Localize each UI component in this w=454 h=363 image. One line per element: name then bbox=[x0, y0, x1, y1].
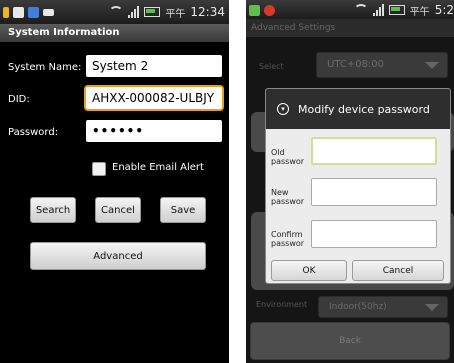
back-button[interactable]: Back bbox=[250, 322, 450, 360]
did-label: DID: bbox=[8, 94, 30, 105]
select-label: Select bbox=[259, 62, 284, 71]
new-password-input[interactable] bbox=[311, 178, 437, 206]
confirm-password-label: Confirm passwor bbox=[271, 230, 305, 248]
save-button[interactable]: Save bbox=[160, 197, 206, 223]
alert-icon bbox=[264, 4, 275, 16]
chevron-down-icon bbox=[425, 62, 439, 69]
wifi-icon bbox=[353, 4, 368, 16]
ok-button[interactable]: OK bbox=[271, 260, 347, 281]
old-password-label: Old passwor bbox=[271, 148, 305, 166]
timezone-value: UTC+08:00 bbox=[327, 59, 385, 70]
environment-label: Environment bbox=[256, 300, 308, 309]
app-notification-icon bbox=[28, 6, 39, 18]
wifi-icon bbox=[109, 6, 124, 18]
clock: 12:34 bbox=[190, 5, 225, 19]
email-alert-label: Enable Email Alert bbox=[112, 162, 204, 173]
advanced-settings-screen: 平午 5:2 Advanced Settings Select UTC+08:0… bbox=[246, 0, 454, 363]
app-notification-icon bbox=[249, 4, 260, 16]
password-input[interactable]: •••••• bbox=[86, 120, 222, 142]
search-button[interactable]: Search bbox=[30, 197, 76, 223]
new-password-label: New passwor bbox=[271, 188, 305, 206]
environment-select[interactable]: Indoor(50hz) bbox=[318, 296, 448, 318]
confirm-password-input[interactable] bbox=[311, 220, 437, 248]
environment-value: Indoor(50hz) bbox=[329, 302, 387, 312]
page-title: Advanced Settings bbox=[246, 19, 454, 37]
chevron-down-icon: ▾ bbox=[277, 103, 289, 115]
cancel-button[interactable]: Cancel bbox=[352, 260, 444, 281]
mail-icon bbox=[43, 8, 54, 16]
did-input[interactable]: AHXX-000082-ULBJY bbox=[86, 87, 222, 109]
battery-icon bbox=[144, 7, 161, 17]
cancel-button[interactable]: Cancel bbox=[95, 197, 141, 223]
modify-password-dialog: ▾ Modify device password Old passwor New… bbox=[265, 88, 451, 284]
email-alert-checkbox[interactable] bbox=[92, 162, 106, 176]
old-password-input[interactable] bbox=[311, 137, 437, 165]
clock: 5:2 bbox=[434, 3, 454, 17]
status-bar: 平午 12:34 bbox=[0, 0, 229, 24]
system-name-label: System Name: bbox=[8, 62, 82, 73]
dialog-title: Modify device password bbox=[298, 102, 430, 116]
signal-icon bbox=[128, 6, 140, 18]
dialog-header: ▾ Modify device password bbox=[266, 89, 450, 129]
timezone-select[interactable]: UTC+08:00 bbox=[316, 52, 448, 78]
signal-icon bbox=[372, 4, 384, 16]
password-label: Password: bbox=[8, 127, 59, 138]
status-icons: 平午 5:2 bbox=[353, 1, 454, 19]
carrier-text: 平午 bbox=[165, 8, 186, 20]
status-icons: 平午 12:34 bbox=[109, 3, 225, 21]
page-title: System Information bbox=[0, 24, 229, 42]
carrier-text: 平午 bbox=[409, 6, 430, 18]
status-bar: 平午 5:2 bbox=[246, 0, 454, 19]
notification-icons bbox=[249, 3, 275, 17]
system-name-input[interactable]: System 2 bbox=[86, 55, 222, 77]
notification-icons bbox=[3, 5, 54, 19]
usb-icon bbox=[3, 6, 9, 18]
chevron-down-icon bbox=[425, 304, 439, 311]
system-information-screen: 平午 12:34 System Information System Name:… bbox=[0, 0, 229, 363]
advanced-button[interactable]: Advanced bbox=[30, 242, 206, 270]
battery-icon bbox=[388, 5, 405, 15]
notification-icon bbox=[13, 6, 24, 18]
